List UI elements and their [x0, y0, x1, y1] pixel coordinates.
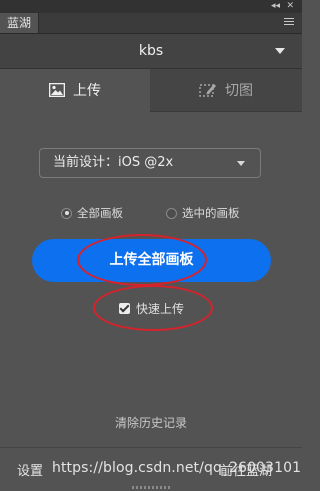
annotation-circle: [77, 234, 207, 286]
tab-upload-label: 上传: [73, 83, 101, 99]
window-chrome: ◂◂ ✕: [0, 0, 302, 13]
radio-selected-artboards-label: 选中的画板: [182, 206, 240, 220]
watermark: https://blog.csdn.net/qq_26003101: [52, 460, 302, 476]
panel-tab-lanhu[interactable]: 蓝湖: [0, 13, 40, 33]
radio-selected-artboards[interactable]: 选中的画板: [166, 205, 240, 221]
tab-slice[interactable]: 切图: [150, 69, 302, 112]
project-name: kbs: [138, 43, 164, 59]
artboard-scope-group: 全部画板 选中的画板: [0, 205, 302, 221]
resize-grip[interactable]: [132, 486, 170, 489]
settings-link[interactable]: 设置: [17, 460, 43, 479]
tab-slice-label: 切图: [225, 83, 253, 99]
close-icon[interactable]: ✕: [286, 0, 294, 13]
radio-all-artboards[interactable]: 全部画板: [61, 205, 123, 221]
radio-indicator: [166, 207, 177, 219]
project-selector[interactable]: kbs: [0, 34, 302, 69]
radio-all-artboards-label: 全部画板: [77, 206, 123, 220]
mode-tabs: 上传 切图: [0, 69, 302, 112]
design-spec-label: 当前设计：iOS @2x: [53, 155, 174, 170]
image-icon: [49, 83, 65, 97]
chevron-down-icon: [237, 161, 245, 166]
slice-icon: [199, 82, 217, 98]
panel-menu-icon[interactable]: [284, 18, 294, 27]
radio-indicator: [61, 207, 72, 219]
annotation-circle: [93, 285, 213, 331]
clear-history-link[interactable]: 清除历史记录: [0, 414, 302, 431]
tab-upload[interactable]: 上传: [0, 69, 150, 111]
chevron-down-icon: [275, 48, 285, 54]
collapse-icon[interactable]: ◂◂: [271, 0, 280, 13]
panel-tab-bar: 蓝湖: [0, 13, 302, 34]
design-spec-select[interactable]: 当前设计：iOS @2x: [39, 148, 261, 178]
